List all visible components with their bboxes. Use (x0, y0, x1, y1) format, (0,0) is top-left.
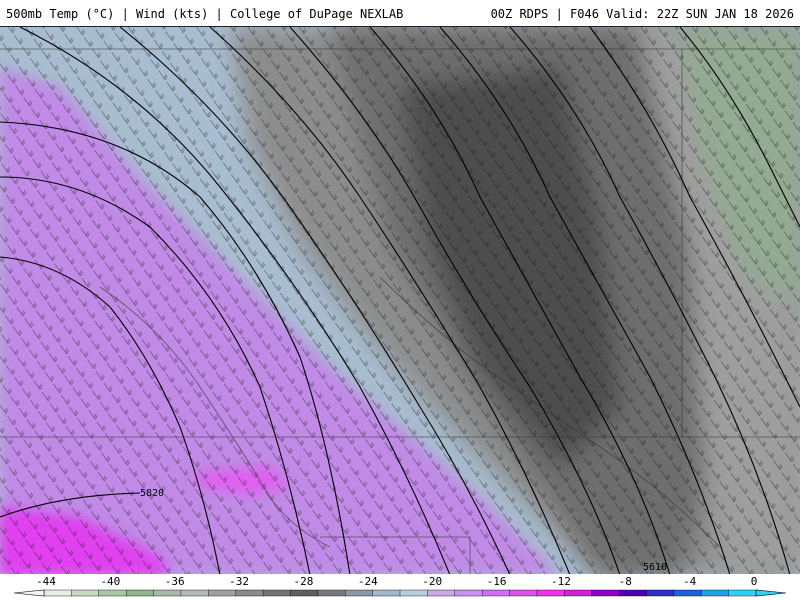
colorbar-right-arrow (755, 589, 787, 597)
header-valid-time: 00Z RDPS | F046 Valid: 22Z SUN JAN 18 20… (490, 7, 794, 21)
colorbar-segment (290, 589, 319, 597)
colorbar-tick-label: -20 (422, 575, 442, 588)
colorbar-segment (454, 589, 483, 597)
colorbar-tick-label: -4 (683, 575, 697, 588)
colorbar-segment (208, 589, 237, 597)
temperature-colorbar: -44 -40 -36 -32 -28 -24 -20 -16 -12 -8 -4 0 (0, 574, 800, 600)
colorbar-tick-label: -16 (487, 575, 507, 588)
colorbar-segment (728, 589, 757, 597)
colorbar-tick-label: -36 (165, 575, 185, 588)
colorbar-segment (427, 589, 456, 597)
colorbar-segment (591, 589, 620, 597)
header-title: 500mb Temp (°C) | Wind (kts) | College o… (6, 7, 404, 21)
map-canvas: 5820 5610 (0, 27, 800, 574)
colorbar-segment (180, 589, 210, 597)
temperature-shading (0, 27, 800, 574)
colorbar-tick-label: -44 (36, 575, 56, 588)
colorbar-segment (372, 589, 401, 597)
colorbar-segment (153, 589, 182, 597)
colorbar-segment (536, 589, 566, 597)
colorbar-segment (701, 589, 730, 597)
colorbar-tick-label: -28 (294, 575, 314, 588)
colorbar-segment (646, 589, 675, 597)
colorbar-tick-label: -40 (100, 575, 120, 588)
colorbar-segment (317, 589, 346, 597)
colorbar-tick-label: -12 (551, 575, 571, 588)
contour-label-5610: 5610 (643, 562, 667, 573)
colorbar-segment (509, 589, 538, 597)
colorbar-tick-label: -8 (619, 575, 632, 588)
contour-label-5820: 5820 (140, 488, 164, 499)
colorbar-canvas: -44 -40 -36 -32 -28 -24 -20 -16 -12 -8 -4 0 (13, 575, 787, 597)
colorbar-segment (262, 589, 292, 597)
colorbar-segment (345, 589, 374, 597)
map-header: 500mb Temp (°C) | Wind (kts) | College o… (0, 0, 800, 26)
colorbar-segment (399, 589, 429, 597)
colorbar-segment (71, 589, 100, 597)
colorbar-tick-label: 0 (751, 575, 758, 588)
colorbar-left-arrow (13, 589, 45, 597)
colorbar-segment (564, 589, 593, 597)
map-area[interactable]: 5820 5610 (0, 26, 800, 574)
colorbar-tick-label: -32 (229, 575, 249, 588)
colorbar-segment (481, 589, 511, 597)
colorbar-segment (43, 589, 73, 597)
colorbar-tick-label: -24 (358, 575, 378, 588)
colorbar-segment (618, 589, 648, 597)
colorbar-segment (98, 589, 127, 597)
colorbar-segment (235, 589, 264, 597)
colorbar-segment (673, 589, 702, 597)
colorbar-segment (125, 589, 155, 597)
